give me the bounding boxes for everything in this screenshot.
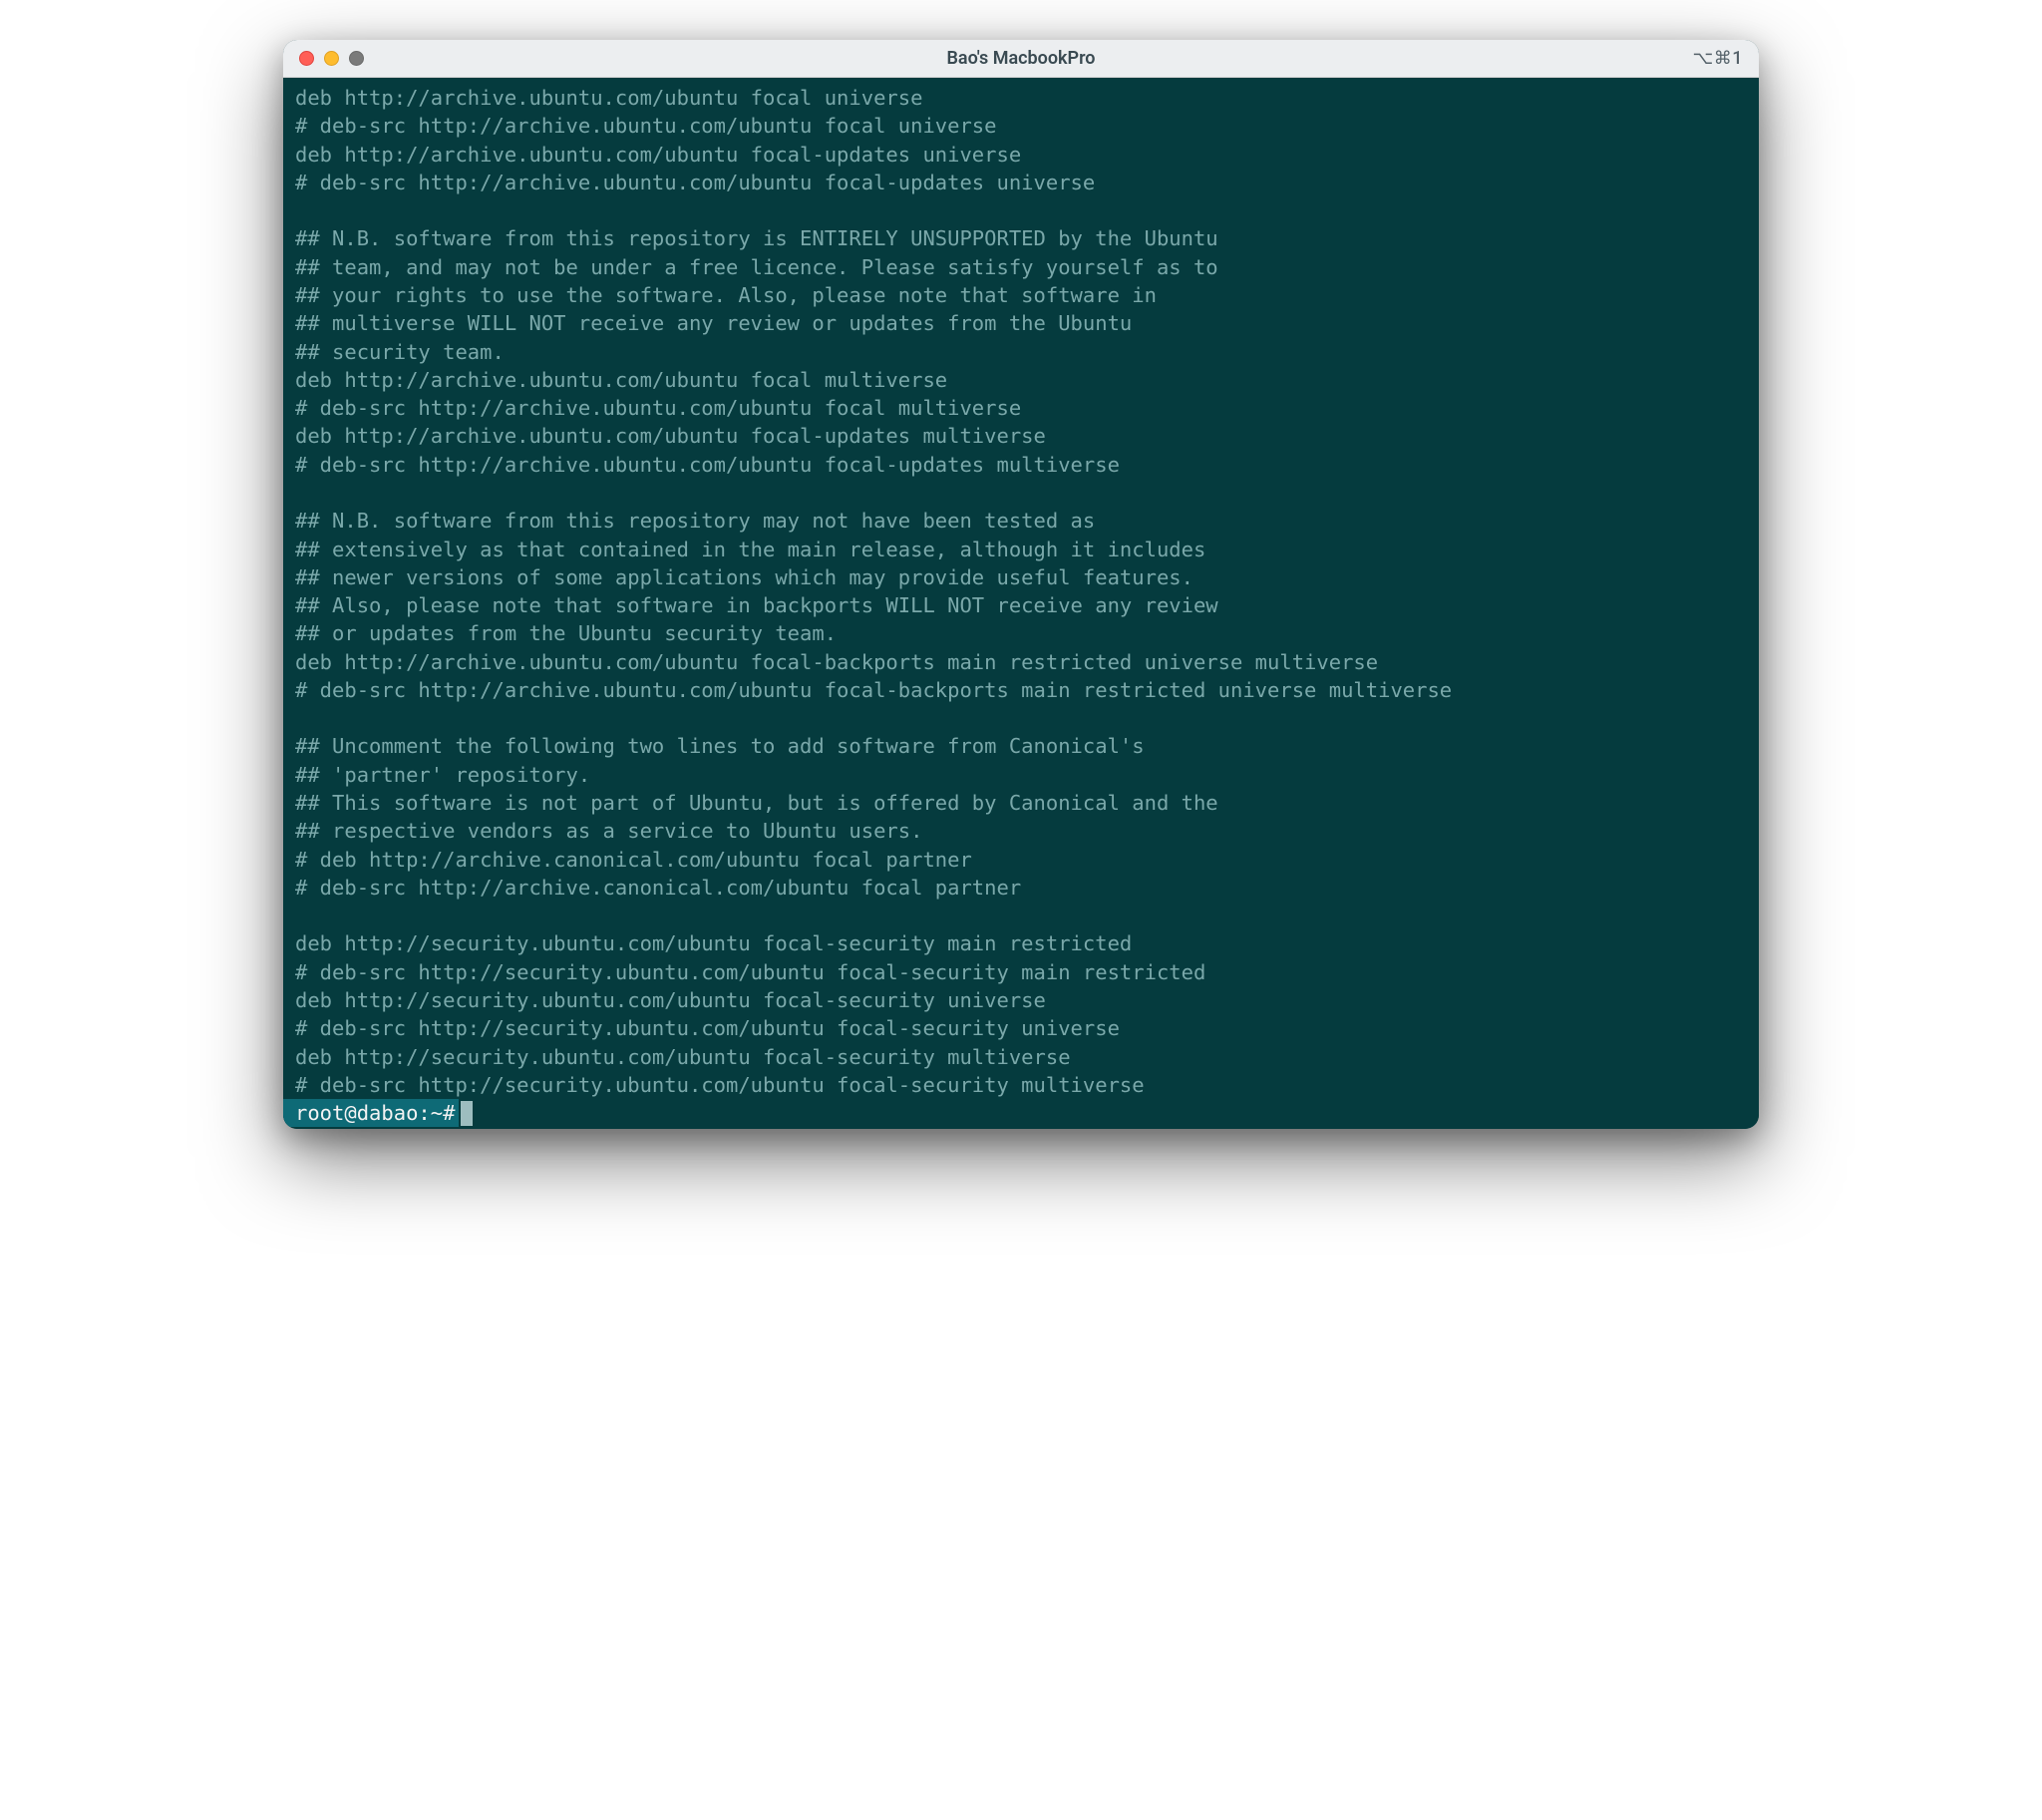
terminal-line: ## 'partner' repository. (283, 761, 1759, 789)
cursor (461, 1101, 473, 1126)
maximize-button[interactable] (349, 51, 364, 66)
terminal-body[interactable]: deb http://archive.ubuntu.com/ubuntu foc… (283, 78, 1759, 1129)
terminal-line (283, 479, 1759, 507)
terminal-line: ## team, and may not be under a free lic… (283, 253, 1759, 281)
window-title: Bao's MacbookPro (947, 48, 1096, 69)
terminal-line: deb http://archive.ubuntu.com/ubuntu foc… (283, 84, 1759, 112)
terminal-line: # deb-src http://archive.ubuntu.com/ubun… (283, 112, 1759, 140)
terminal-line: deb http://archive.ubuntu.com/ubuntu foc… (283, 366, 1759, 394)
terminal-line: deb http://archive.ubuntu.com/ubuntu foc… (283, 422, 1759, 450)
shell-prompt: root@dabao:~# (283, 1099, 459, 1127)
terminal-line: deb http://security.ubuntu.com/ubuntu fo… (283, 986, 1759, 1014)
titlebar: Bao's MacbookPro ⌥⌘1 (283, 40, 1759, 78)
terminal-line: ## This software is not part of Ubuntu, … (283, 789, 1759, 817)
traffic-lights (299, 51, 364, 66)
terminal-line: # deb-src http://archive.ubuntu.com/ubun… (283, 676, 1759, 704)
terminal-line: deb http://security.ubuntu.com/ubuntu fo… (283, 1043, 1759, 1071)
terminal-line: deb http://security.ubuntu.com/ubuntu fo… (283, 929, 1759, 957)
terminal-line: ## extensively as that contained in the … (283, 536, 1759, 563)
terminal-line: # deb-src http://archive.ubuntu.com/ubun… (283, 169, 1759, 196)
terminal-line (283, 704, 1759, 732)
terminal-line: # deb-src http://security.ubuntu.com/ubu… (283, 1071, 1759, 1099)
terminal-line: ## Uncomment the following two lines to … (283, 732, 1759, 760)
terminal-line: ## multiverse WILL NOT receive any revie… (283, 309, 1759, 337)
terminal-line: # deb-src http://archive.ubuntu.com/ubun… (283, 394, 1759, 422)
window-shortcut-indicator: ⌥⌘1 (1693, 48, 1743, 69)
terminal-line: # deb-src http://security.ubuntu.com/ubu… (283, 958, 1759, 986)
terminal-line: # deb-src http://archive.canonical.com/u… (283, 874, 1759, 902)
minimize-button[interactable] (324, 51, 339, 66)
terminal-line: ## your rights to use the software. Also… (283, 281, 1759, 309)
terminal-line: # deb-src http://archive.ubuntu.com/ubun… (283, 451, 1759, 479)
terminal-line: deb http://archive.ubuntu.com/ubuntu foc… (283, 141, 1759, 169)
terminal-line: # deb-src http://security.ubuntu.com/ubu… (283, 1014, 1759, 1042)
terminal-line (283, 196, 1759, 224)
terminal-window: Bao's MacbookPro ⌥⌘1 deb http://archive.… (283, 40, 1759, 1129)
terminal-line: ## newer versions of some applications w… (283, 563, 1759, 591)
terminal-line: ## N.B. software from this repository is… (283, 224, 1759, 252)
terminal-line: ## respective vendors as a service to Ub… (283, 817, 1759, 845)
close-button[interactable] (299, 51, 314, 66)
terminal-line (283, 902, 1759, 929)
terminal-line: ## security team. (283, 338, 1759, 366)
terminal-line: # deb http://archive.canonical.com/ubunt… (283, 846, 1759, 874)
terminal-line: ## N.B. software from this repository ma… (283, 507, 1759, 535)
terminal-line: deb http://archive.ubuntu.com/ubuntu foc… (283, 648, 1759, 676)
terminal-line: ## Also, please note that software in ba… (283, 591, 1759, 619)
prompt-line[interactable]: root@dabao:~# (283, 1099, 1759, 1127)
terminal-line: ## or updates from the Ubuntu security t… (283, 619, 1759, 647)
